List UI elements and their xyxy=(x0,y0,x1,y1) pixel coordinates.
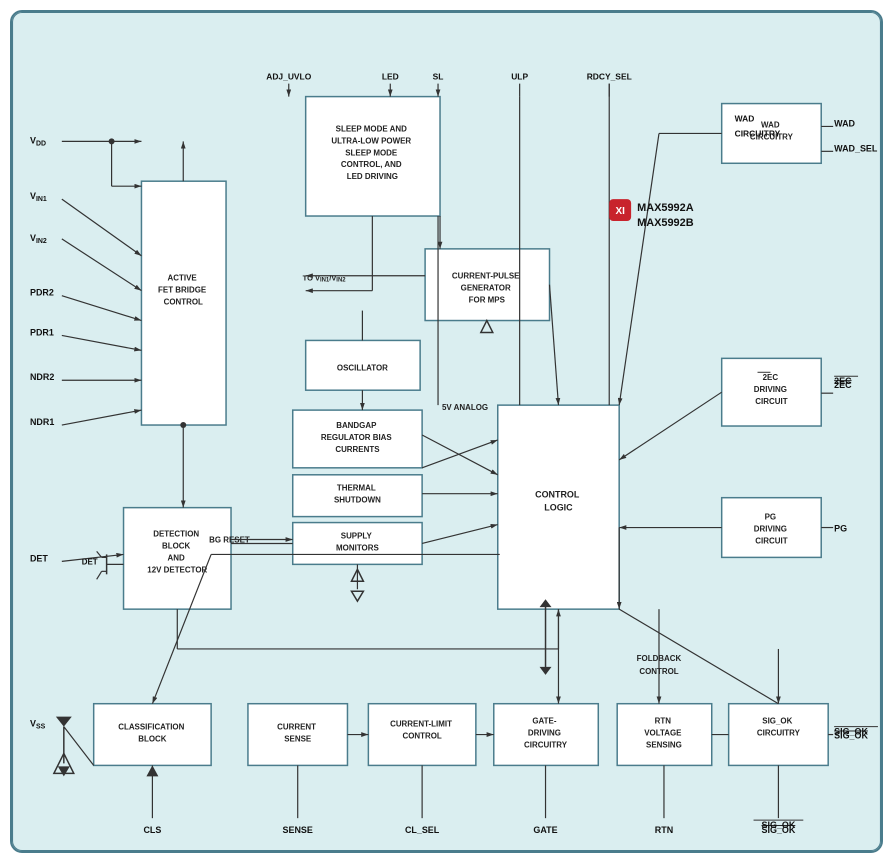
svg-text:VIN2: VIN2 xyxy=(30,233,47,245)
svg-text:DET: DET xyxy=(30,553,48,563)
svg-text:GATE: GATE xyxy=(533,825,557,835)
svg-text:RTN: RTN xyxy=(655,825,673,835)
svg-text:NDR1: NDR1 xyxy=(30,417,54,427)
svg-text:RDCY_SEL: RDCY_SEL xyxy=(587,72,632,82)
svg-text:BANDGAP REGULATOR BIAS: BANDGAP REGULATOR BIAS CURRENTS xyxy=(321,421,394,454)
svg-text:2EC: 2EC xyxy=(834,376,852,386)
svg-text:SLEEP MODE AND ULTRA-LOW: SLEEP MODE AND ULTRA-LOW POWER SLEEP MOD… xyxy=(331,124,413,181)
svg-text:WAD CIRCUITRY: WAD CIRCUITRY xyxy=(750,120,794,141)
svg-text:RTN VOLTAGE SENSIN: RTN VOLTAGE SENSING xyxy=(644,717,683,750)
svg-text:2EC DRIVING CIRCUI: 2EC DRIVING CIRCUIT xyxy=(754,373,789,406)
svg-text:ULP: ULP xyxy=(511,72,528,82)
svg-text:VSS: VSS xyxy=(30,719,46,731)
svg-text:FOLDBACK: FOLDBACK xyxy=(637,654,682,663)
svg-text:WAD: WAD xyxy=(834,118,855,128)
svg-text:2EC: 2EC xyxy=(834,380,852,390)
svg-text:SIG_OK: SIG_OK xyxy=(834,731,868,741)
svg-text:SUPPLY MONITORS: SUPPLY MONITORS xyxy=(336,531,379,552)
svg-text:WAD_SEL: WAD_SEL xyxy=(834,143,878,153)
svg-text:CONTROL LOGIC: CONTROL LOGIC xyxy=(535,490,582,513)
svg-text:THERMAL SHUTDOWN: THERMAL SHUTDOWN xyxy=(334,484,381,505)
svg-text:VIN1: VIN1 xyxy=(30,191,47,203)
svg-text:GATE- DRIVING CIRC: GATE- DRIVING CIRCUITRY xyxy=(524,717,568,750)
svg-text:CL_SEL: CL_SEL xyxy=(405,825,440,835)
svg-text:BG RESET: BG RESET xyxy=(209,535,250,544)
svg-text:LED: LED xyxy=(382,72,399,82)
svg-text:SIG_OK: SIG_OK xyxy=(834,727,868,737)
svg-text:SIG_OK CIRCUITRY: SIG_OK CIRCUITRY xyxy=(757,717,801,738)
svg-text:PDR1: PDR1 xyxy=(30,327,54,337)
svg-text:WAD: WAD xyxy=(735,113,755,123)
svg-text:XI: XI xyxy=(615,206,625,217)
diagram-svg: ACTIVE FET BRIDGE CONTROL SLEEP MODE AND… xyxy=(12,12,881,851)
svg-text:CLASSIFICATION BLOCK: CLASSIFICATION BLOCK xyxy=(118,723,186,744)
svg-text:SIG_OK: SIG_OK xyxy=(762,820,796,830)
diagram-container: ACTIVE FET BRIDGE CONTROL SLEEP MODE AND… xyxy=(10,10,883,853)
svg-text:VDD: VDD xyxy=(30,135,46,147)
svg-text:CIRCUITRY: CIRCUITRY xyxy=(735,128,781,138)
svg-text:PG DRIVING CIRCUIT: PG DRIVING CIRCUIT xyxy=(754,513,789,546)
svg-text:SIG_OK: SIG_OK xyxy=(762,825,796,835)
svg-text:TO VIN1/VIN2: TO VIN1/VIN2 xyxy=(303,274,347,284)
svg-text:CONTROL: CONTROL xyxy=(639,667,678,676)
svg-text:CLS: CLS xyxy=(143,825,161,835)
svg-text:CURRENT-LIMIT CONTROL: CURRENT-LIMIT CONTROL xyxy=(390,720,454,741)
svg-text:5V ANALOG: 5V ANALOG xyxy=(442,403,488,412)
svg-text:NDR2: NDR2 xyxy=(30,372,54,382)
svg-text:SENSE: SENSE xyxy=(283,825,313,835)
svg-text:ACTIVE FET BRIDGE: ACTIVE FET BRIDGE CONTROL xyxy=(158,274,208,307)
svg-text:DET: DET xyxy=(82,557,98,566)
svg-text:MAX5992A: MAX5992A xyxy=(637,202,694,214)
svg-text:MAX5992B: MAX5992B xyxy=(637,217,694,229)
svg-text:PDR2: PDR2 xyxy=(30,288,54,298)
svg-text:SL: SL xyxy=(433,72,444,82)
svg-text:CURRENT-PULSE GENERATOR: CURRENT-PULSE GENERATOR FOR MPS xyxy=(452,272,522,305)
svg-text:OSCILLATOR: OSCILLATOR xyxy=(337,363,388,372)
svg-text:PG: PG xyxy=(834,524,847,534)
svg-text:CURRENT SENSE: CURRENT SENSE xyxy=(277,723,318,744)
svg-text:DETECTION BLOCK AN: DETECTION BLOCK AND 12V DETECTOR xyxy=(147,529,207,574)
svg-text:ADJ_UVLO: ADJ_UVLO xyxy=(266,72,311,82)
